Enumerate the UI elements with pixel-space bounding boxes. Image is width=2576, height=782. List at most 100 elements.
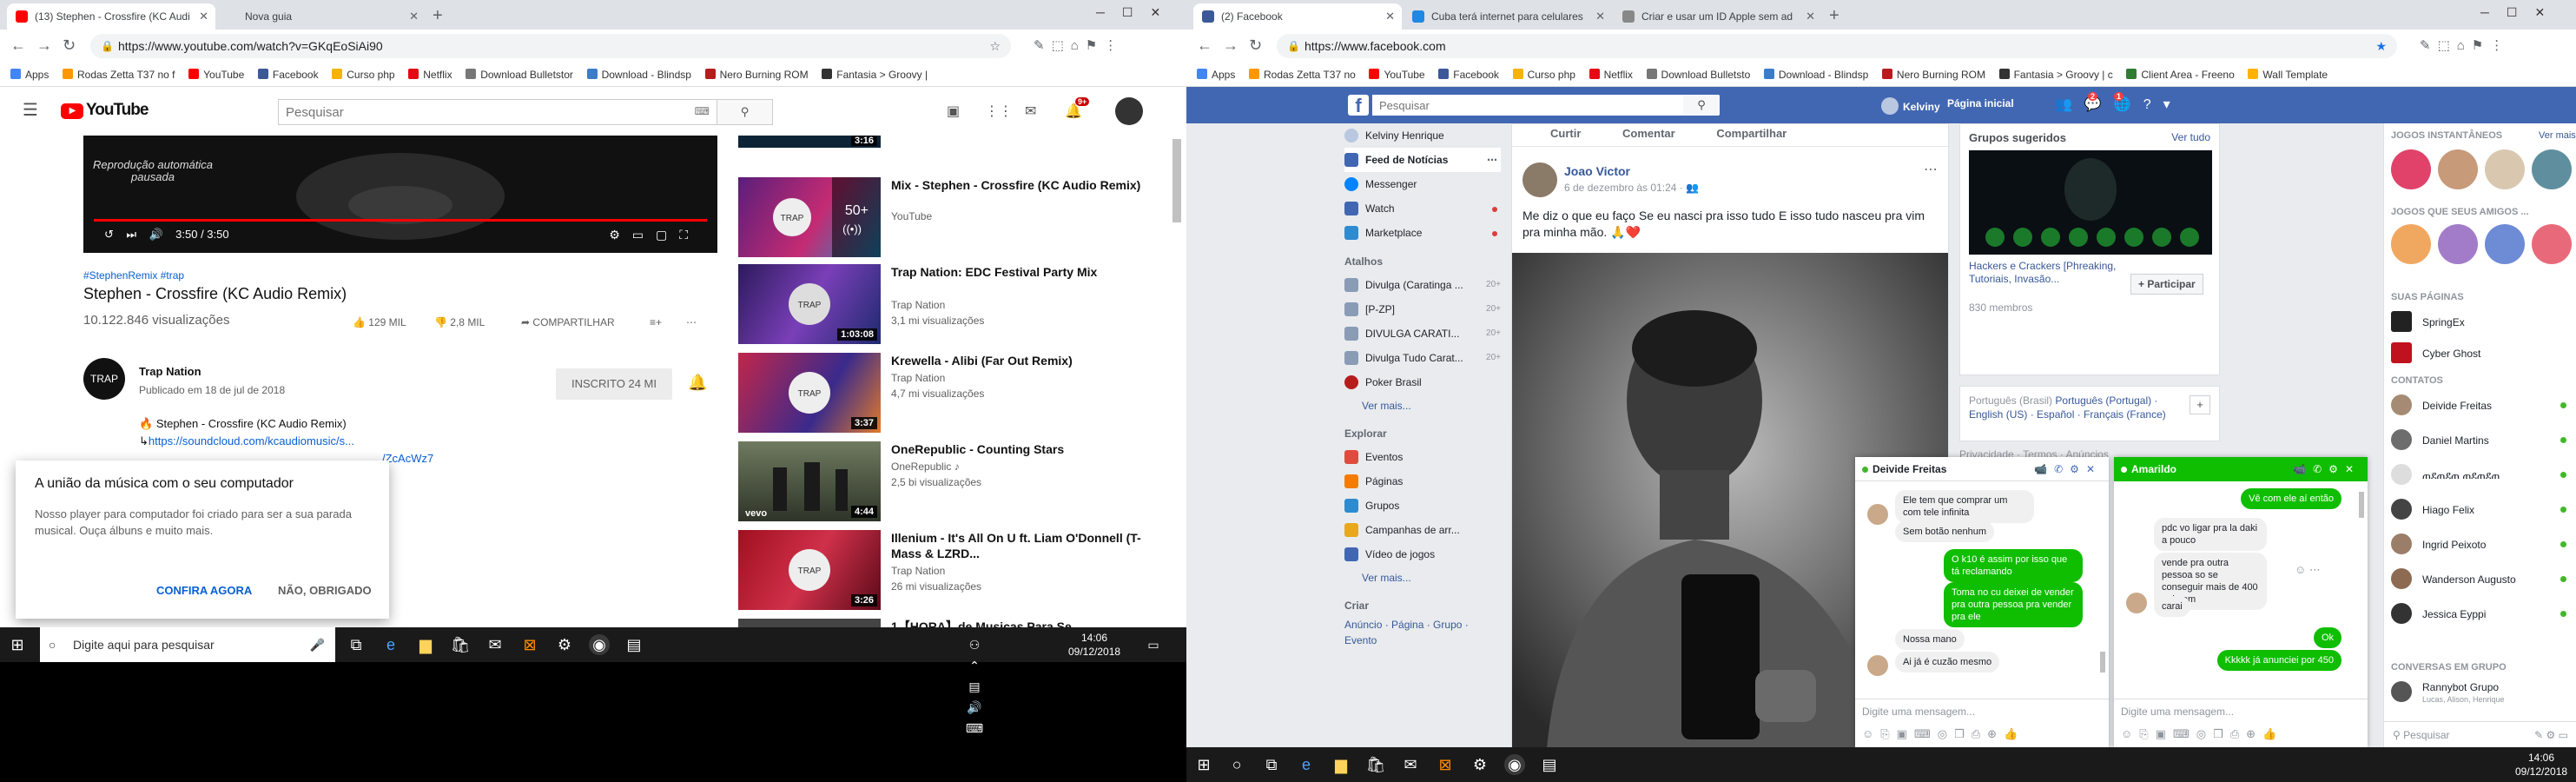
shortcut-item[interactable]: DIVULGA CARATI... 20+ — [1344, 321, 1501, 346]
chrome-icon[interactable]: ◉ — [589, 634, 610, 655]
forward-icon[interactable]: → — [36, 36, 52, 55]
bookmark-facebook[interactable]: Facebook — [1438, 63, 1499, 86]
help-icon[interactable]: ? — [2143, 97, 2163, 112]
tab-apple-id[interactable]: Criar e usar um ID Apple sem ad ✕ — [1614, 3, 1822, 30]
bookmark-netflix[interactable]: Netflix — [408, 63, 452, 86]
bookmark-item[interactable]: Download - Blindsp — [1763, 63, 1868, 86]
contact-item[interactable]: Deivide Freitas — [2391, 389, 2573, 421]
sidebar-item-gaming-video[interactable]: Vídeo de jogos — [1344, 542, 1501, 567]
sidebar-item-events[interactable]: Eventos — [1344, 445, 1501, 469]
video-player[interactable]: Reprodução automática pausada ↺ ⏭ 🔊 3:50… — [83, 136, 717, 253]
new-tab-icon[interactable]: + — [433, 5, 443, 26]
tab-youtube[interactable]: (13) Stephen - Crossfire (KC Audi ✕ — [7, 3, 215, 30]
bookmark-item[interactable]: Rodas Zetta T37 no — [1248, 63, 1356, 86]
upload-video-icon[interactable]: ▣ — [947, 103, 960, 120]
account-menu-icon[interactable]: ▾ — [2163, 97, 2183, 112]
tab-facebook[interactable]: (2) Facebook ✕ — [1193, 3, 1402, 30]
edge-icon[interactable]: e — [1296, 754, 1317, 775]
shortcut-item[interactable]: Divulga Tudo Carat... 20+ — [1344, 346, 1501, 370]
shortcut-item[interactable]: Poker Brasil — [1344, 370, 1501, 394]
mail-icon[interactable]: ✉ — [1400, 754, 1421, 775]
chat-scrollbar[interactable] — [2359, 492, 2364, 518]
confirm-button[interactable]: CONFIRA AGORA — [156, 584, 252, 597]
bookmark-netflix[interactable]: Netflix — [1589, 63, 1633, 86]
search-button[interactable]: ⚲ — [717, 100, 772, 124]
game-icon[interactable] — [2532, 149, 2572, 189]
game-icon[interactable] — [2438, 149, 2478, 189]
task-view-icon[interactable]: ⧉ — [346, 634, 367, 655]
description-link[interactable]: /ZcAcWz7 — [382, 452, 433, 465]
player-settings-icons[interactable]: ⚙▭▢⛶ — [609, 228, 700, 242]
bookmark-apps[interactable]: Apps — [10, 63, 49, 86]
search-input[interactable] — [1372, 95, 1685, 116]
more-actions-icon[interactable]: ⋯ — [686, 316, 697, 328]
youtube-logo[interactable]: ▶ YouTube — [61, 101, 149, 120]
bookmark-item[interactable]: Download - Blindsp — [586, 63, 691, 86]
shortcut-item[interactable]: Divulga (Caratinga ... 20+ — [1344, 273, 1501, 297]
see-more-games-link[interactable]: Ver mais — [2539, 130, 2576, 141]
close-tab-icon[interactable]: ✕ — [1385, 3, 1395, 30]
reload-icon[interactable]: ↻ — [1249, 36, 1262, 55]
messages-icon[interactable]: ✉ — [1025, 103, 1036, 120]
bookmark-item[interactable]: Download Bulletsto — [1646, 63, 1750, 86]
task-view-icon[interactable]: ⧉ — [1261, 754, 1282, 775]
chat-header[interactable]: Deivide Freitas 📹✆⚙✕ — [1855, 457, 2109, 481]
bookmark-item[interactable]: Nero Burning ROM — [704, 63, 809, 86]
share-action[interactable]: Compartilhar — [1716, 124, 1787, 143]
contact-item[interactable]: Daniel Martins — [2391, 424, 2573, 455]
mail-icon[interactable]: ✉ — [485, 634, 505, 655]
bookmark-item[interactable]: Curso php — [1512, 63, 1575, 86]
recommendation-item[interactable]: TRAP 3:37 Krewella - Alibi (Far Out Remi… — [738, 353, 1164, 440]
join-group-button[interactable]: + Participar — [2130, 274, 2203, 295]
chat-tools[interactable]: ☺⎘▣⌨◎❒⎙⊕👍 — [2114, 723, 2368, 747]
page-item[interactable]: SpringEx — [2391, 306, 2573, 337]
app-icon[interactable]: ⚙ — [1470, 754, 1490, 775]
see-all-link[interactable]: Ver tudo — [2171, 131, 2210, 143]
sidebar-search[interactable]: ⚲ Pesquisar ✎ ⚙ ▭ — [2384, 721, 2576, 747]
game-icon[interactable] — [2391, 224, 2431, 264]
bookmark-star-icon[interactable]: ★ — [2375, 34, 2387, 58]
forward-icon[interactable]: → — [1223, 36, 1238, 55]
game-icon[interactable] — [2485, 224, 2525, 264]
sidebar-item-profile[interactable]: Kelviny Henrique — [1344, 123, 1501, 148]
close-tab-icon[interactable]: ✕ — [409, 3, 419, 30]
app-icon[interactable]: ▤ — [624, 634, 644, 655]
facebook-logo-icon[interactable]: f — [1348, 95, 1369, 116]
page-scrollbar[interactable] — [1172, 139, 1181, 222]
contact-item[interactable]: Hiago Felix — [2391, 494, 2573, 525]
sidebar-item-messenger[interactable]: Messenger — [1344, 172, 1501, 196]
file-explorer-icon[interactable]: ▆ — [415, 634, 436, 655]
file-explorer-icon[interactable]: ▆ — [1331, 754, 1351, 775]
apps-grid-icon[interactable]: ⋮⋮ — [985, 103, 1013, 120]
replay-icon[interactable]: ↺ — [104, 228, 114, 241]
xampp-icon[interactable]: ⊠ — [1435, 754, 1456, 775]
contact-item[interactable]: Jessica Eyppi — [2391, 598, 2573, 629]
shortcut-item[interactable]: [P-ZP] 20+ — [1344, 297, 1501, 321]
subscribed-button[interactable]: INSCRITO 24 MI — [556, 368, 672, 400]
sidebar-item-marketplace[interactable]: Marketplace — [1344, 221, 1501, 245]
add-to-playlist-icon[interactable]: ≡+ — [650, 316, 662, 328]
channel-avatar[interactable]: TRAP — [83, 358, 125, 400]
like-button[interactable]: 👍 129 MIL — [353, 316, 406, 328]
contact-item[interactable]: Ingrid Peixoto — [2391, 528, 2573, 560]
bookmark-item[interactable]: Fantasia > Groovy | c — [1998, 63, 2113, 86]
game-icon[interactable] — [2532, 224, 2572, 264]
search-icon[interactable]: ○ — [1226, 754, 1247, 775]
recommendation-item[interactable]: TRAP 1:03:08 Trap Nation: EDC Festival P… — [738, 264, 1164, 351]
back-icon[interactable]: ← — [1197, 36, 1212, 55]
bookmark-item[interactable]: Fantasia > Groovy | — [822, 63, 928, 86]
bookmark-item[interactable]: Client Area - Freeno — [2126, 63, 2235, 86]
url-field[interactable]: 🔒 https://www.youtube.com/watch?v=GKqEoS… — [90, 34, 1011, 58]
system-tray-icons[interactable]: ⚇ ⌃ ▤ 🔊 ⌨ — [964, 634, 985, 735]
window-controls[interactable]: ─☐✕ — [2480, 5, 2562, 20]
keyboard-icon[interactable]: ⌨ — [695, 105, 710, 117]
windows-start-icon[interactable]: ⊞ — [7, 634, 28, 655]
game-icon[interactable] — [2485, 149, 2525, 189]
xampp-icon[interactable]: ⊠ — [519, 634, 540, 655]
bookmark-item[interactable]: Wall Template — [2248, 63, 2328, 86]
sidebar-item-news-feed[interactable]: Feed de Notícias ⋯ — [1344, 148, 1501, 172]
search-input[interactable] — [279, 100, 713, 124]
game-icon[interactable] — [2438, 224, 2478, 264]
window-controls[interactable]: ─☐✕ — [1096, 5, 1178, 20]
bookmark-facebook[interactable]: Facebook — [257, 63, 319, 86]
